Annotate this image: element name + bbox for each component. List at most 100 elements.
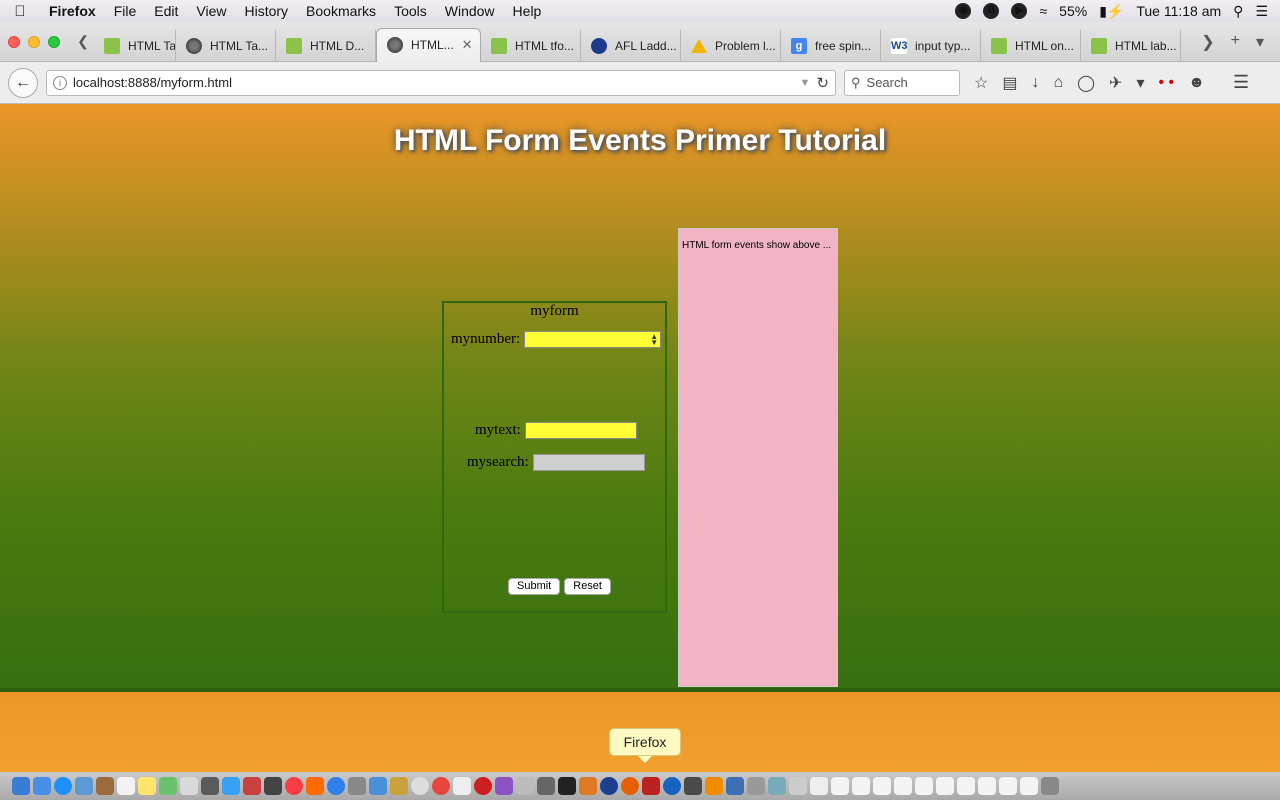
window-thumb-icon[interactable] [957,777,975,795]
apple-menu-icon[interactable]:  [0,3,40,20]
maps-icon[interactable] [159,777,177,795]
safari-icon[interactable] [54,777,72,795]
audio-icon[interactable]: ▶ [1011,3,1028,19]
chat-icon[interactable]: ☻ [1188,74,1205,92]
menu-history[interactable]: History [235,3,297,19]
window-thumb-icon[interactable] [936,777,954,795]
status-circle-icon[interactable]: ◉ [955,3,972,19]
menu-window[interactable]: Window [436,3,504,19]
help-icon[interactable] [747,777,765,795]
close-tab-icon[interactable]: ✕ [462,37,473,53]
chrome-like-icon[interactable] [411,777,429,795]
browser-icon[interactable] [663,777,681,795]
tab-afl-ladder[interactable]: AFL Ladd... [581,29,681,62]
clock[interactable]: Tue 11:18 am [1136,3,1221,19]
pocket-icon[interactable]: ◯ [1077,73,1095,93]
terminal-icon[interactable] [558,777,576,795]
image-capture-icon[interactable] [201,777,219,795]
finder-icon[interactable] [12,777,30,795]
contacts-icon[interactable] [96,777,114,795]
submit-button[interactable]: Submit [508,578,561,595]
window-thumb-icon[interactable] [915,777,933,795]
download-icon[interactable]: ↓ [1031,74,1039,92]
search-box[interactable]: ⚲ Search [844,69,960,96]
numbers-icon[interactable] [264,777,282,795]
tab-scroll-right-icon[interactable]: ❯ [1201,32,1214,52]
menu-file[interactable]: File [105,3,146,19]
back-button[interactable]: ← [8,67,38,98]
system-preferences-icon[interactable] [348,777,366,795]
network-icon[interactable] [537,777,555,795]
extension-dropdown-icon[interactable]: ▾ [1136,73,1144,93]
reload-icon[interactable]: ↻ [816,74,829,92]
wifi-icon[interactable]: ≈ [1039,3,1047,19]
number-spinner-icon[interactable]: ▲ ▼ [650,332,658,346]
tool-icon[interactable] [579,777,597,795]
mytext-input[interactable] [524,422,637,439]
tab-problem[interactable]: Problem l... [681,29,781,62]
tab-html-ta-2[interactable]: HTML Ta... [176,29,276,62]
mail-app-icon[interactable] [516,777,534,795]
new-tab-icon[interactable]: + [1231,32,1240,52]
mysearch-input[interactable] [532,454,645,471]
notes-icon[interactable] [138,777,156,795]
menu-help[interactable]: Help [504,3,551,19]
downloads-stack-icon[interactable] [810,777,828,795]
close-window-icon[interactable] [8,35,20,48]
notification-center-icon[interactable]: ☰ [1255,3,1268,20]
tab-free-spin[interactable]: g free spin... [781,29,881,62]
tab-html-lab[interactable]: HTML lab... [1081,29,1181,62]
b-app-icon[interactable] [600,777,618,795]
menu-bookmarks[interactable]: Bookmarks [297,3,385,19]
photos-icon[interactable] [180,777,198,795]
trash-icon[interactable] [1041,777,1059,795]
tab-list-dropdown-icon[interactable]: ▾ [1256,32,1264,52]
books-icon[interactable] [306,777,324,795]
reset-button[interactable]: Reset [564,578,611,595]
mail-icon[interactable] [75,777,93,795]
xcode-icon[interactable] [369,777,387,795]
reading-list-icon[interactable]: ▤ [1002,73,1017,93]
launchpad-icon[interactable] [33,777,51,795]
url-text[interactable]: localhost:8888/myform.html [73,75,794,90]
firefox-icon[interactable] [621,777,639,795]
tab-scroll-left-icon[interactable]: ❮ [72,33,94,50]
preview-icon[interactable] [726,777,744,795]
window-thumb-icon[interactable] [978,777,996,795]
calendar-icon[interactable] [117,777,135,795]
menu-edit[interactable]: Edit [145,3,187,19]
window-thumb-icon[interactable] [852,777,870,795]
window-thumb-icon[interactable] [894,777,912,795]
chrome-icon[interactable] [432,777,450,795]
window-thumb-icon[interactable] [831,777,849,795]
app-store-icon[interactable] [327,777,345,795]
app-icon[interactable] [684,777,702,795]
dots-icon[interactable]: • • [1158,74,1174,92]
tab-input-type[interactable]: W3 input typ... [881,29,981,62]
opera-icon[interactable] [474,777,492,795]
bold-b-icon[interactable]: B [983,3,1000,19]
spotlight-search-icon[interactable]: ⚲ [1233,3,1243,20]
battery-icon[interactable]: ▮⚡ [1099,3,1124,20]
vlc-icon[interactable] [705,777,723,795]
window-thumb-icon[interactable] [873,777,891,795]
extension-icon[interactable]: ✈ [1109,73,1122,93]
url-bar[interactable]: i localhost:8888/myform.html ▼ ↻ [46,69,836,96]
messages-icon[interactable] [222,777,240,795]
menu-tools[interactable]: Tools [385,3,436,19]
site-info-icon[interactable]: i [53,75,67,90]
tab-html-tfo[interactable]: HTML tfo... [481,29,581,62]
tab-active-myform[interactable]: HTML... ✕ [376,27,481,62]
url-history-dropdown-icon[interactable]: ▼ [800,77,811,89]
tab-html-ta-1[interactable]: HTML Ta... [94,29,176,62]
filezilla-icon[interactable] [642,777,660,795]
tab-html-d[interactable]: HTML D... [276,29,376,62]
window-thumb-icon[interactable] [999,777,1017,795]
itunes-icon[interactable] [285,777,303,795]
menu-app-name[interactable]: Firefox [40,3,105,19]
minimize-window-icon[interactable] [28,35,40,48]
tab-html-on[interactable]: HTML on... [981,29,1081,62]
menu-view[interactable]: View [187,3,235,19]
mynumber-input[interactable]: ▲ ▼ [524,331,662,348]
star-app-icon[interactable] [495,777,513,795]
